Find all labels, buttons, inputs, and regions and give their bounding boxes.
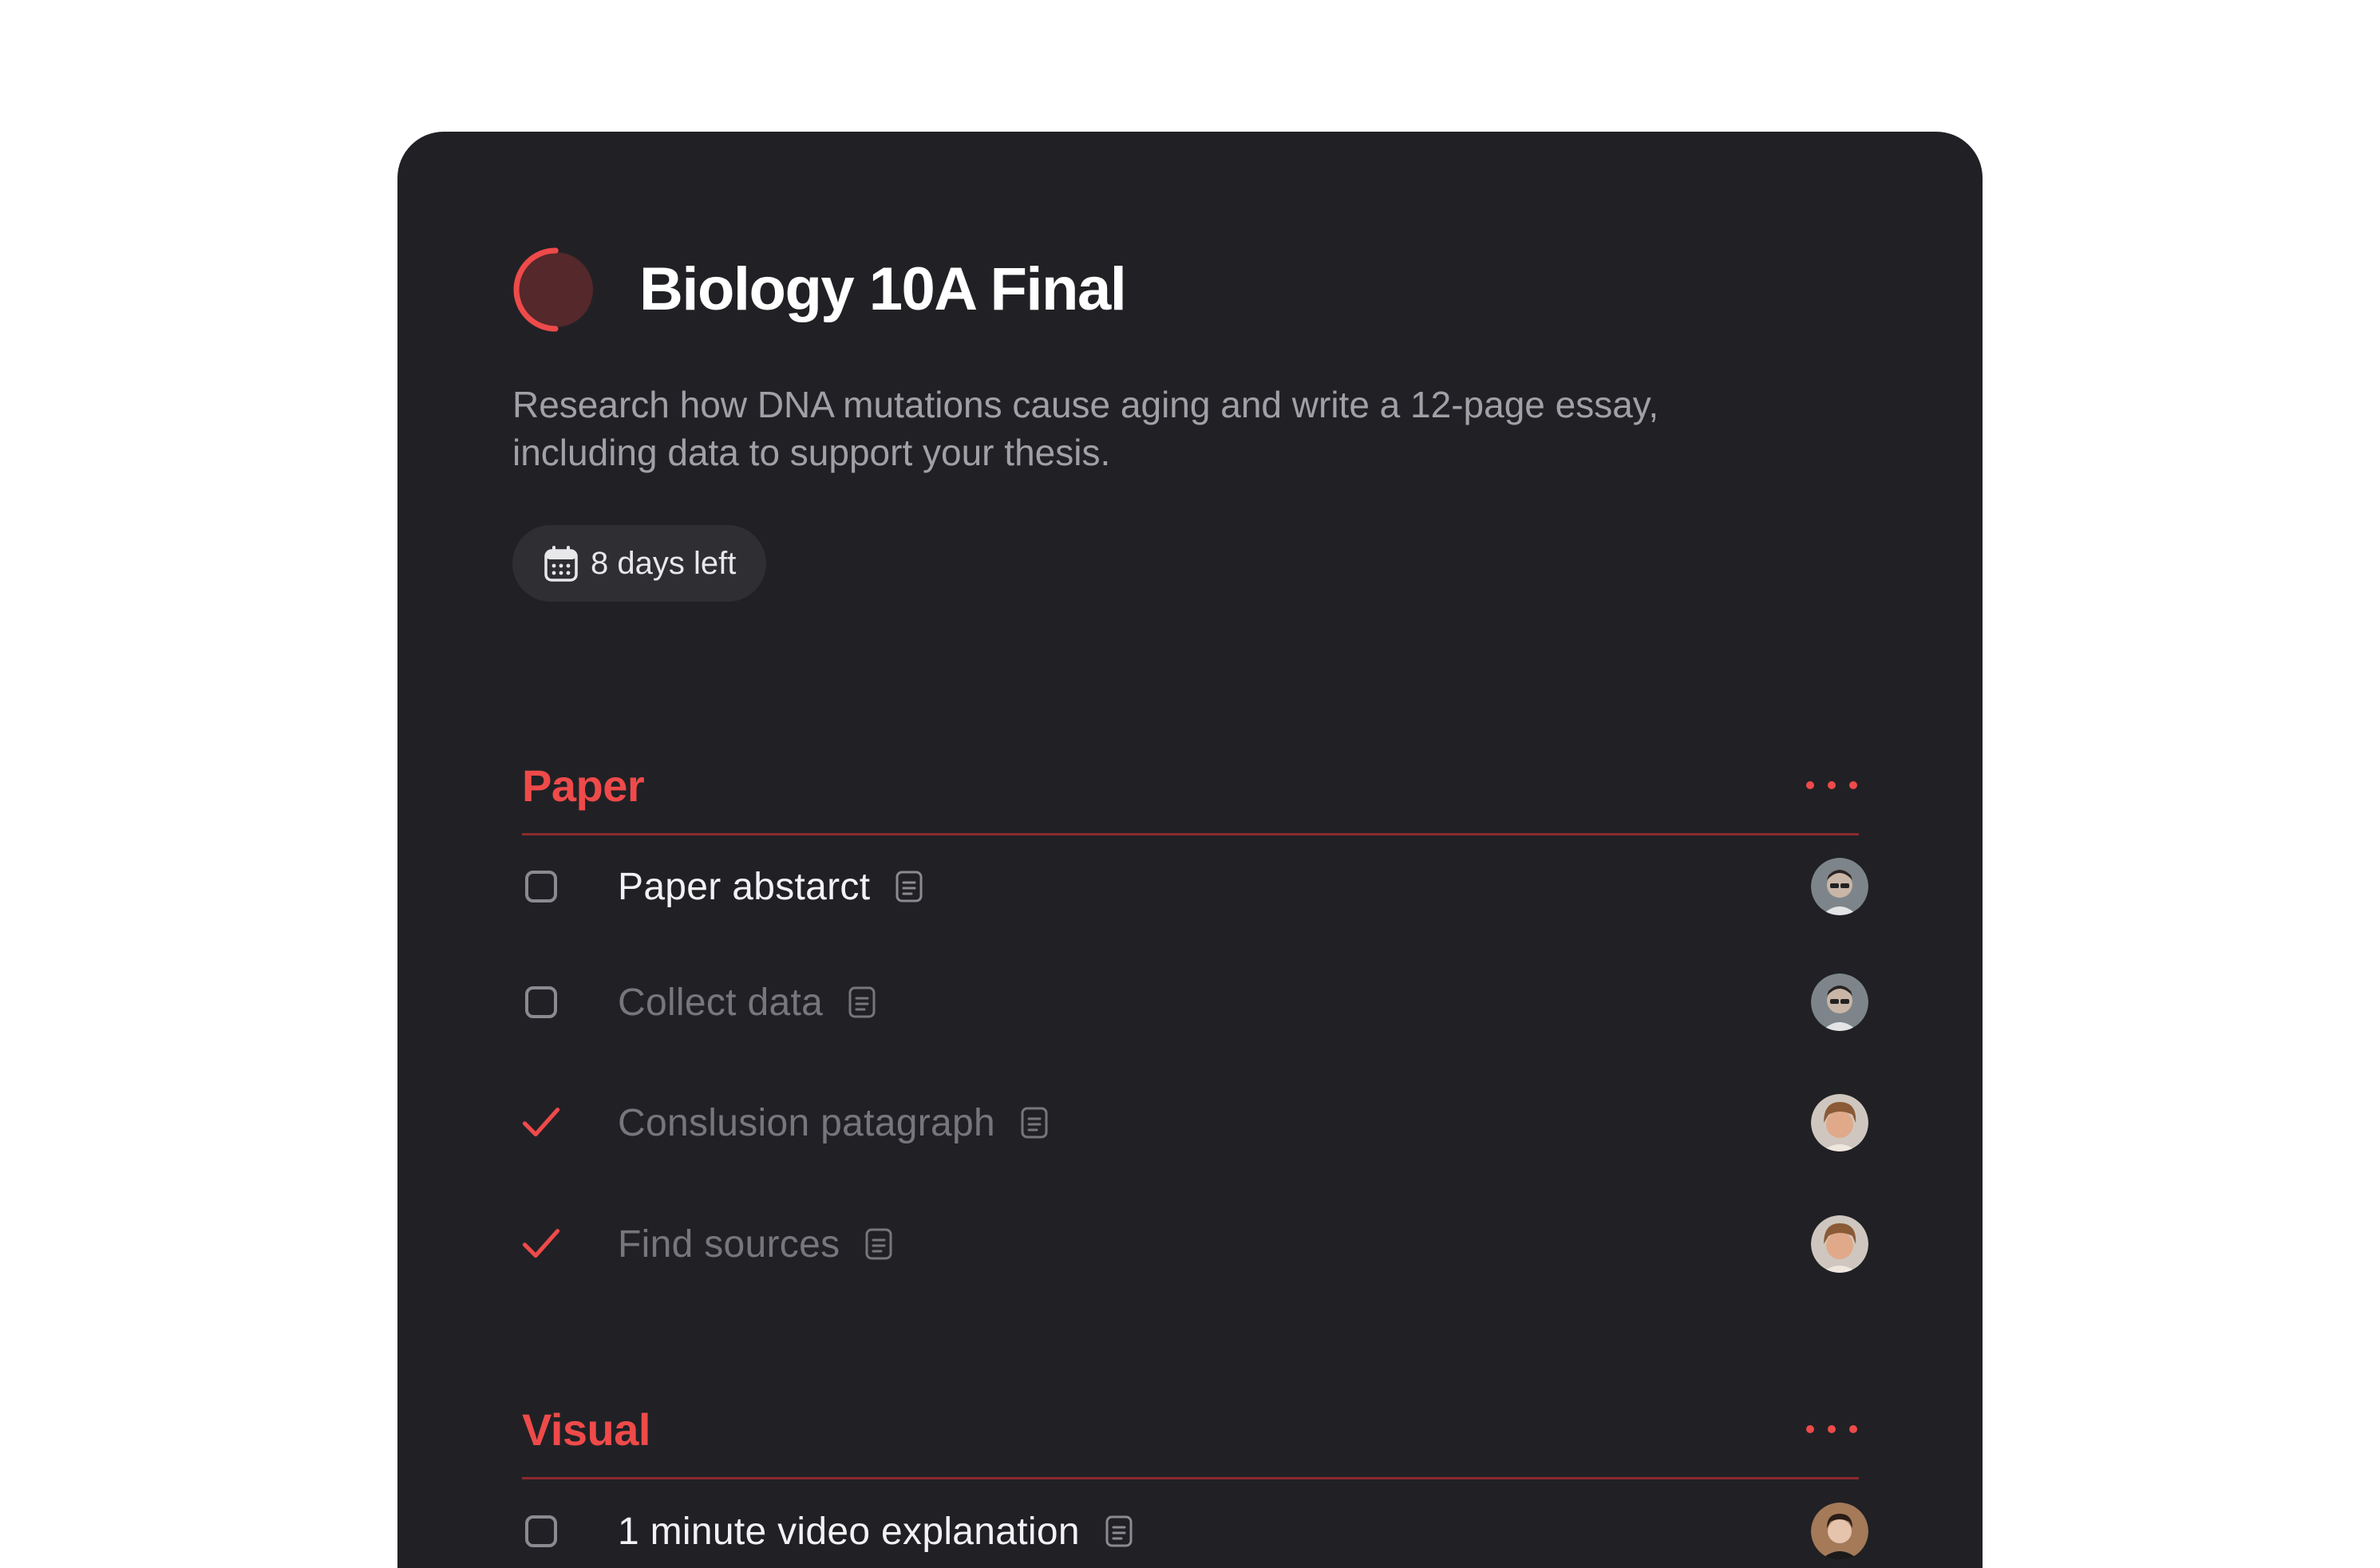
task-checkbox[interactable]: [522, 1104, 560, 1142]
more-dot: [1849, 1425, 1857, 1433]
task-row[interactable]: Find sources: [522, 1212, 1868, 1276]
project-description: Research how DNA mutations cause aging a…: [512, 384, 1659, 473]
more-dot: [1806, 1425, 1814, 1433]
task-checkbox[interactable]: [522, 983, 560, 1021]
task-label: Find sources: [618, 1222, 840, 1266]
task-checkbox[interactable]: [522, 867, 560, 906]
project-title: Biology 10A Final: [639, 255, 1127, 323]
section-header: Visual: [522, 1381, 1859, 1479]
section-paper: Paper Paper abstarct Collect data Conslu…: [522, 737, 1868, 1273]
more-dot: [1806, 781, 1814, 789]
check-icon: [522, 1108, 560, 1137]
note-icon[interactable]: [1021, 1107, 1048, 1139]
assignee-avatar[interactable]: [1811, 974, 1868, 1031]
more-dot: [1828, 781, 1836, 789]
task-row[interactable]: Paper abstarct: [522, 855, 1868, 918]
more-options-button[interactable]: [1806, 769, 1857, 801]
assignee-avatar[interactable]: [1811, 858, 1868, 915]
section-header: Paper: [522, 737, 1859, 835]
due-date-label: 8 days left: [591, 545, 737, 581]
project-card: Biology 10A Final Research how DNA mutat…: [397, 132, 1983, 1568]
calendar-icon: [544, 546, 578, 582]
assignee-avatar[interactable]: [1811, 1094, 1868, 1151]
task-label: Conslusion patagraph: [618, 1101, 995, 1144]
task-row[interactable]: Collect data: [522, 970, 1868, 1034]
assignee-avatar[interactable]: [1811, 1503, 1868, 1560]
section-title: Paper: [522, 760, 645, 811]
note-icon[interactable]: [848, 986, 876, 1018]
task-label: Paper abstarct: [618, 865, 871, 908]
note-icon[interactable]: [895, 871, 923, 902]
more-dot: [1849, 781, 1857, 789]
check-icon: [522, 1229, 560, 1258]
task-label: 1 minute video explanation: [618, 1510, 1080, 1553]
assignee-avatar[interactable]: [1811, 1215, 1868, 1273]
more-options-button[interactable]: [1806, 1413, 1857, 1445]
due-date-badge[interactable]: 8 days left: [512, 525, 767, 602]
task-row[interactable]: 1 minute video explanation: [522, 1499, 1868, 1563]
project-header: Biology 10A Final: [512, 246, 1127, 334]
task-checkbox[interactable]: [522, 1225, 560, 1263]
section-title: Visual: [522, 1404, 650, 1455]
task-checkbox[interactable]: [522, 1512, 560, 1550]
task-row[interactable]: Conslusion patagraph: [522, 1091, 1868, 1155]
section-visual: Visual 1 minute video explanation: [522, 1381, 1868, 1560]
task-label: Collect data: [618, 981, 824, 1024]
progress-ring-icon: [513, 247, 598, 332]
note-icon[interactable]: [1105, 1515, 1133, 1547]
more-dot: [1828, 1425, 1836, 1433]
note-icon[interactable]: [865, 1228, 892, 1260]
